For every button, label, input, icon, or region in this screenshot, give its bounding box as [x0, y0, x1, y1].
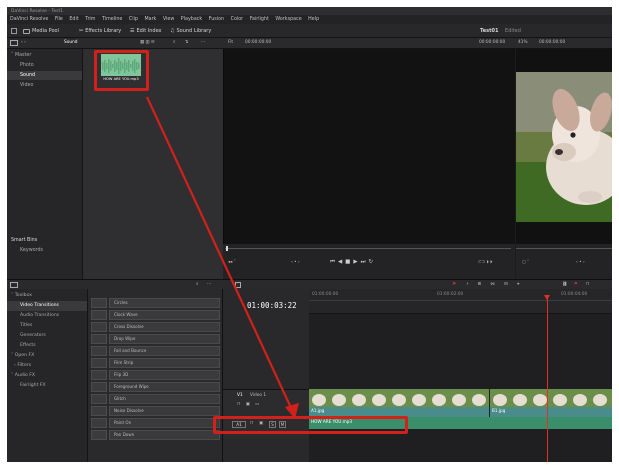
resolve-window: DaVinci Resolve - Test1 DaVinci Resolve … — [7, 7, 612, 462]
drag-arrow-icon — [146, 96, 299, 419]
